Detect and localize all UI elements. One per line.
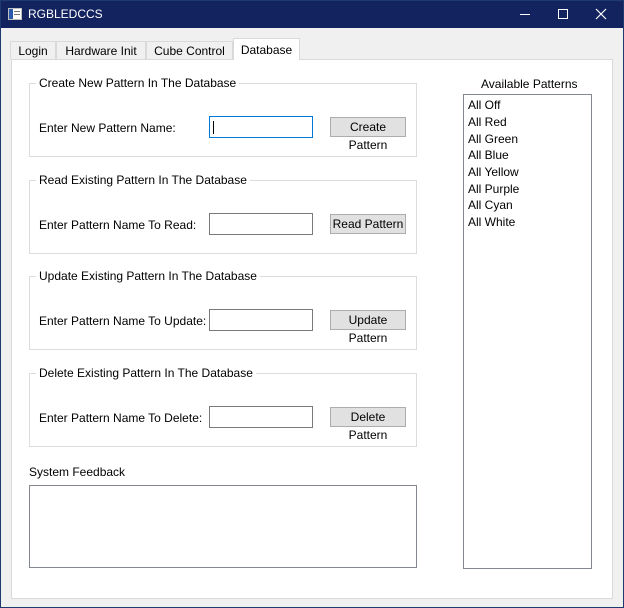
group-title: Delete Existing Pattern In The Database (36, 366, 256, 380)
available-patterns-label: Available Patterns (481, 77, 578, 91)
tab-cube-control[interactable]: Cube Control (146, 41, 233, 59)
list-item[interactable]: All Purple (468, 182, 519, 196)
delete-pattern-group: Delete Existing Pattern In The Database … (29, 366, 417, 447)
read-pattern-group: Read Existing Pattern In The Database En… (29, 173, 417, 254)
read-pattern-button[interactable]: Read Pattern (330, 214, 406, 234)
close-icon (595, 8, 607, 20)
tab-hardware-init[interactable]: Hardware Init (56, 41, 146, 59)
delete-pattern-input[interactable] (209, 406, 313, 428)
tab-label: Login (18, 44, 48, 58)
available-patterns-list[interactable]: All Off All Red All Green All Blue All Y… (463, 94, 592, 569)
close-button[interactable] (579, 1, 623, 28)
title-bar[interactable]: RGBLEDCCS (1, 1, 623, 28)
list-item[interactable]: All Cyan (468, 198, 513, 212)
tab-label: Cube Control (154, 44, 225, 58)
create-pattern-input[interactable] (209, 116, 313, 138)
list-item[interactable]: All Yellow (468, 165, 519, 179)
window-title: RGBLEDCCS (28, 7, 103, 21)
app-window-icon (8, 8, 22, 20)
read-pattern-input[interactable] (209, 213, 313, 235)
system-feedback-label: System Feedback (29, 465, 126, 479)
delete-pattern-button[interactable]: Delete Pattern (330, 407, 406, 442)
tab-strip: Login Hardware Init Cube Control Databas… (1, 28, 623, 60)
update-pattern-group: Update Existing Pattern In The Database … (29, 269, 417, 350)
list-item[interactable]: All White (468, 215, 515, 229)
read-pattern-label: Enter Pattern Name To Read: (39, 218, 197, 232)
group-title: Update Existing Pattern In The Database (36, 269, 260, 283)
list-item[interactable]: All Green (468, 132, 518, 146)
text-caret (213, 121, 214, 134)
tab-database[interactable]: Database (233, 38, 300, 60)
group-title: Create New Pattern In The Database (36, 76, 240, 90)
update-pattern-input[interactable] (209, 309, 313, 331)
tab-login[interactable]: Login (10, 41, 56, 59)
delete-pattern-label: Enter Pattern Name To Delete: (39, 411, 203, 425)
create-pattern-button[interactable]: Create Pattern (330, 117, 406, 152)
system-feedback-box[interactable] (29, 485, 417, 568)
create-pattern-label: Enter New Pattern Name: (39, 121, 176, 135)
update-pattern-button[interactable]: Update Pattern (330, 310, 406, 345)
update-pattern-label: Enter Pattern Name To Update: (39, 314, 207, 328)
create-pattern-group: Create New Pattern In The Database Enter… (29, 76, 417, 157)
list-item[interactable]: All Off (468, 98, 500, 112)
list-item[interactable]: All Blue (468, 148, 509, 162)
tab-label: Database (240, 43, 293, 57)
group-title: Read Existing Pattern In The Database (36, 173, 250, 187)
database-tab-panel: Create New Pattern In The Database Enter… (11, 59, 613, 599)
list-item[interactable]: All Red (468, 115, 507, 129)
tab-label: Hardware Init (65, 44, 137, 58)
app-window: RGBLEDCCS Login Hardware Init Cube Contr… (0, 0, 624, 608)
